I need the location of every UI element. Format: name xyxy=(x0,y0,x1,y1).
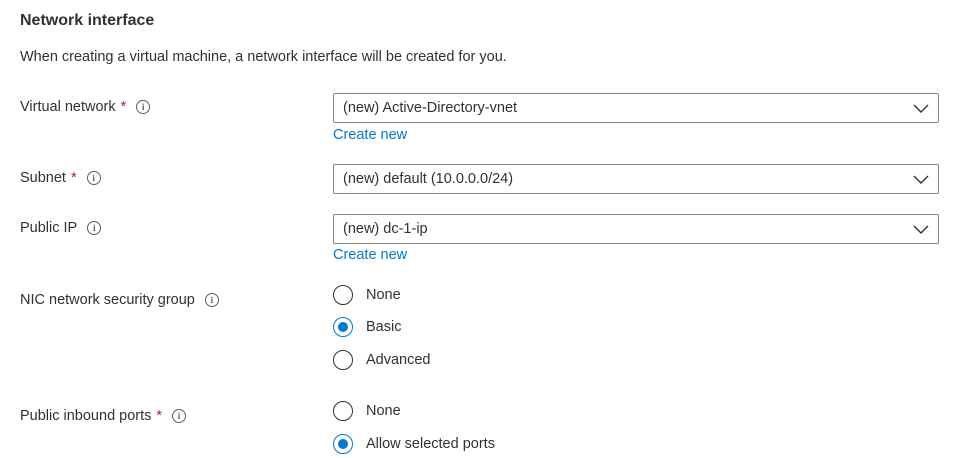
subnet-label-text: Subnet xyxy=(20,170,66,186)
public-ip-label: Public IP i xyxy=(20,220,102,236)
inbound-ports-option-none[interactable]: None xyxy=(333,401,401,421)
radio-label: None xyxy=(366,403,401,419)
required-asterisk: * xyxy=(120,99,127,115)
create-new-public-ip-link[interactable]: Create new xyxy=(333,247,407,263)
nic-nsg-option-none[interactable]: None xyxy=(333,285,401,305)
inbound-ports-option-allow-selected[interactable]: Allow selected ports xyxy=(333,434,495,454)
virtual-network-value: (new) Active-Directory-vnet xyxy=(343,100,518,116)
radio-button-selected[interactable] xyxy=(333,317,353,337)
subnet-value: (new) default (10.0.0.0/24) xyxy=(343,171,514,187)
radio-label: Advanced xyxy=(366,352,431,368)
radio-button[interactable] xyxy=(333,285,353,305)
virtual-network-label: Virtual network * i xyxy=(20,99,151,115)
radio-label: Basic xyxy=(366,319,402,335)
required-asterisk: * xyxy=(156,408,163,424)
chevron-down-icon xyxy=(913,175,929,184)
nic-nsg-label: NIC network security group i xyxy=(20,292,219,308)
public-inbound-ports-label: Public inbound ports * i xyxy=(20,408,187,424)
chevron-down-icon xyxy=(913,104,929,113)
public-ip-value: (new) dc-1-ip xyxy=(343,221,428,237)
info-icon[interactable]: i xyxy=(204,293,219,307)
info-icon[interactable]: i xyxy=(86,171,101,185)
nic-nsg-label-text: NIC network security group xyxy=(20,292,195,308)
virtual-network-dropdown[interactable]: (new) Active-Directory-vnet xyxy=(333,93,939,123)
public-inbound-ports-label-text: Public inbound ports xyxy=(20,408,152,424)
info-icon[interactable]: i xyxy=(136,100,151,114)
virtual-network-label-text: Virtual network xyxy=(20,99,116,115)
nic-nsg-option-basic[interactable]: Basic xyxy=(333,317,401,337)
radio-button-selected[interactable] xyxy=(333,434,353,454)
radio-label: Allow selected ports xyxy=(366,436,495,452)
nic-nsg-option-advanced[interactable]: Advanced xyxy=(333,350,431,370)
section-description: When creating a virtual machine, a netwo… xyxy=(20,49,507,65)
create-new-virtual-network-link[interactable]: Create new xyxy=(333,127,407,143)
radio-button[interactable] xyxy=(333,350,353,370)
info-icon[interactable]: i xyxy=(87,221,102,235)
subnet-label: Subnet * i xyxy=(20,170,101,186)
subnet-dropdown[interactable]: (new) default (10.0.0.0/24) xyxy=(333,164,939,194)
public-ip-dropdown[interactable]: (new) dc-1-ip xyxy=(333,214,939,244)
radio-button[interactable] xyxy=(333,401,353,421)
radio-label: None xyxy=(366,287,401,303)
chevron-down-icon xyxy=(913,225,929,234)
section-title: Network interface xyxy=(20,12,155,29)
public-ip-label-text: Public IP xyxy=(20,220,78,236)
info-icon[interactable]: i xyxy=(172,409,187,423)
required-asterisk: * xyxy=(70,170,77,186)
